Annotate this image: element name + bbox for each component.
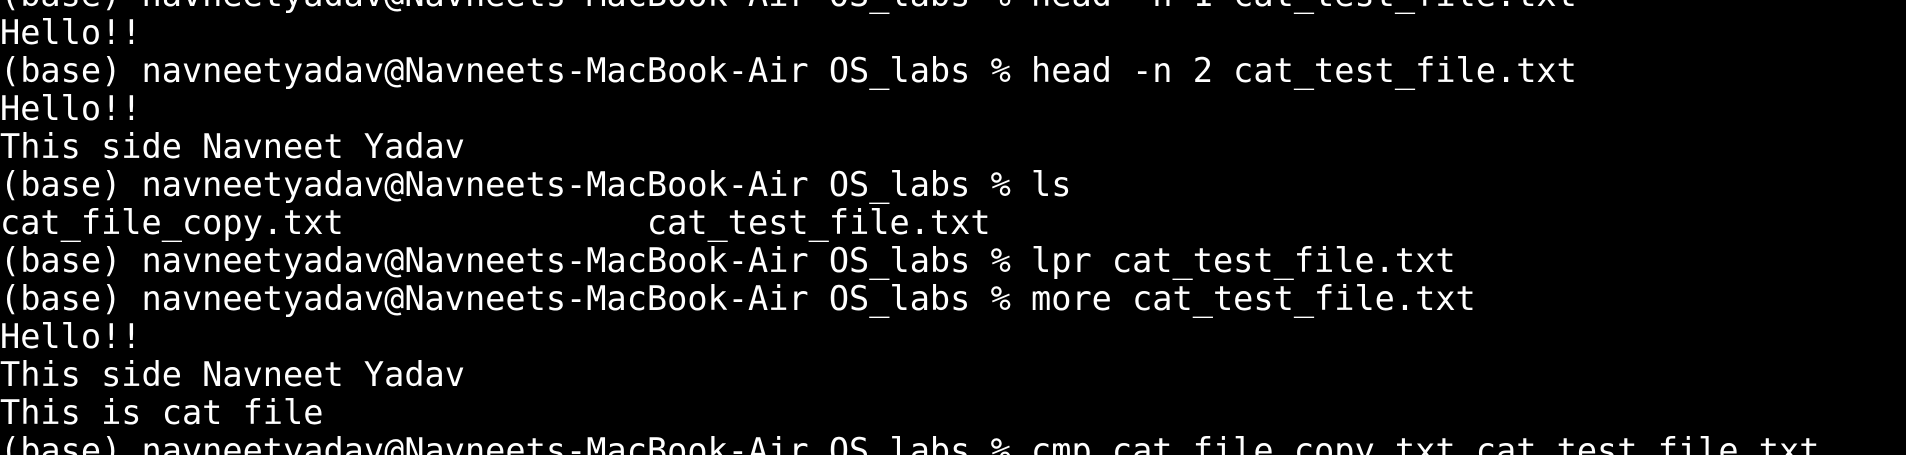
command-line: (base) navneetyadav@Navneets-MacBook-Air… [0, 166, 1819, 204]
output-line: cat_file_copy.txt cat_test_file.txt [0, 203, 991, 242]
output-line: Hello!! [0, 317, 142, 356]
shell-prompt: (base) navneetyadav@Navneets-MacBook-Air… [0, 431, 1011, 455]
terminal-window[interactable]: (base) navneetyadav@Navneets-MacBook-Air… [0, 0, 1906, 455]
command-line: (base) navneetyadav@Navneets-MacBook-Air… [0, 0, 1819, 14]
output-line: This is cat file [0, 393, 324, 432]
command-text: head -n 1 cat_test_file.txt [1031, 0, 1577, 14]
command-text: lpr cat_test_file.txt [1031, 241, 1456, 280]
command-line: (base) navneetyadav@Navneets-MacBook-Air… [0, 242, 1819, 280]
output-line: Hello!! [0, 89, 142, 128]
command-line: (base) navneetyadav@Navneets-MacBook-Air… [0, 280, 1819, 318]
command-text: head -n 2 cat_test_file.txt [1031, 51, 1577, 90]
terminal-output: (base) navneetyadav@Navneets-MacBook-Air… [0, 0, 1819, 455]
command-text: ls [1031, 165, 1072, 204]
shell-prompt: (base) navneetyadav@Navneets-MacBook-Air… [0, 279, 1011, 318]
command-line: (base) navneetyadav@Navneets-MacBook-Air… [0, 52, 1819, 90]
output-line: This side Navneet Yadav [0, 355, 465, 394]
shell-prompt: (base) navneetyadav@Navneets-MacBook-Air… [0, 51, 1011, 90]
output-line: Hello!! [0, 13, 142, 52]
shell-prompt: (base) navneetyadav@Navneets-MacBook-Air… [0, 165, 1011, 204]
command-text: more cat_test_file.txt [1031, 279, 1476, 318]
shell-prompt: (base) navneetyadav@Navneets-MacBook-Air… [0, 0, 1011, 14]
command-text: cmp cat_file_copy.txt cat_test_file.txt [1031, 431, 1820, 455]
output-line: This side Navneet Yadav [0, 127, 465, 166]
shell-prompt: (base) navneetyadav@Navneets-MacBook-Air… [0, 241, 1011, 280]
command-line: (base) navneetyadav@Navneets-MacBook-Air… [0, 432, 1819, 455]
